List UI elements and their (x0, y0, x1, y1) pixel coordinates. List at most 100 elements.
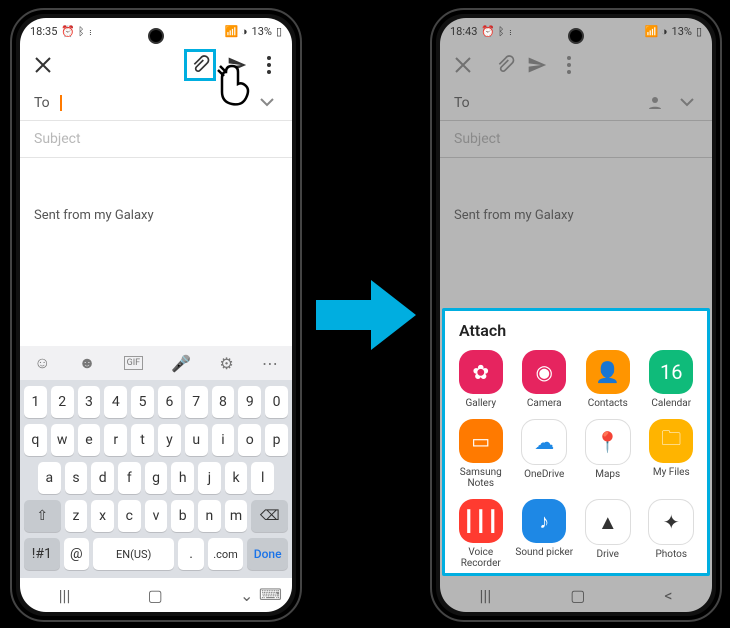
key-x[interactable]: x (91, 500, 114, 532)
scrim[interactable] (440, 278, 712, 308)
symbols-key[interactable]: !#1 (24, 538, 60, 570)
settings-icon[interactable]: ⚙ (219, 354, 233, 373)
emoji-icon[interactable]: ☺ (34, 353, 50, 373)
battery-pct: 13% (672, 25, 692, 38)
key-b[interactable]: b (171, 500, 194, 532)
compose-body[interactable]: Sent from my Galaxy (20, 158, 292, 346)
attach-option-drive[interactable]: ▲Drive (578, 499, 638, 569)
key-d[interactable]: d (91, 462, 114, 494)
hide-keyboard-icon[interactable]: ⌨ (259, 585, 282, 604)
key-e[interactable]: e (78, 424, 101, 456)
close-icon[interactable] (32, 54, 54, 76)
key-y[interactable]: y (158, 424, 181, 456)
attach-option-contacts[interactable]: 👤Contacts (578, 350, 638, 409)
gif-icon[interactable]: GIF (124, 356, 144, 370)
key-s[interactable]: s (65, 462, 88, 494)
more-icon[interactable] (558, 54, 580, 76)
key-j[interactable]: j (198, 462, 221, 494)
key-u[interactable]: u (185, 424, 208, 456)
attach-option-photos[interactable]: ✦Photos (642, 499, 702, 569)
status-icons-left: ⏰ ᛒ ⋮ (481, 25, 513, 38)
key-w[interactable]: w (51, 424, 74, 456)
key-2[interactable]: 2 (51, 386, 74, 418)
back-icon[interactable]: < (664, 586, 672, 605)
attach-option-camera[interactable]: ◉Camera (515, 350, 575, 409)
space-key[interactable]: EN(US) (93, 538, 174, 570)
key-1[interactable]: 1 (24, 386, 47, 418)
key-7[interactable]: 7 (185, 386, 208, 418)
compose-body[interactable]: Sent from my Galaxy (440, 158, 712, 278)
app-icon: 👤 (586, 350, 630, 394)
more-kb-icon[interactable]: ⋯ (262, 354, 278, 373)
app-label: Drive (597, 549, 619, 560)
key-3[interactable]: 3 (78, 386, 101, 418)
attach-option-maps[interactable]: 📍Maps (578, 419, 638, 489)
close-icon[interactable] (452, 54, 474, 76)
key-8[interactable]: 8 (212, 386, 235, 418)
period-key[interactable]: . (178, 538, 203, 570)
attach-option-voice-recorder[interactable]: ┃┃┃Voice Recorder (451, 499, 511, 569)
key-p[interactable]: p (265, 424, 288, 456)
key-0[interactable]: 0 (265, 386, 288, 418)
backspace-key[interactable]: ⌫ (251, 500, 288, 532)
key-v[interactable]: v (145, 500, 168, 532)
key-f[interactable]: f (118, 462, 141, 494)
subject-row[interactable]: Subject (20, 121, 292, 158)
app-label: Voice Recorder (451, 547, 511, 569)
attach-option-calendar[interactable]: 16Calendar (642, 350, 702, 409)
key-r[interactable]: r (104, 424, 127, 456)
subject-row[interactable]: Subject (440, 121, 712, 158)
key-5[interactable]: 5 (131, 386, 154, 418)
nav-bar: ||| ▢ ⌄ ⌨ (20, 578, 292, 612)
key-z[interactable]: z (65, 500, 88, 532)
app-label: OneDrive (524, 469, 564, 480)
key-4[interactable]: 4 (104, 386, 127, 418)
attach-option-samsung-notes[interactable]: ▭ Samsung Notes (451, 419, 511, 489)
dotcom-key[interactable]: .com (208, 538, 244, 570)
key-h[interactable]: h (171, 462, 194, 494)
app-icon: ▭ (459, 419, 503, 463)
key-6[interactable]: 6 (158, 386, 181, 418)
back-icon[interactable]: ⌄ (240, 586, 253, 605)
status-time: 18:35 (30, 25, 57, 38)
attach-option-gallery[interactable]: ✿Gallery (451, 350, 511, 409)
key-c[interactable]: c (118, 500, 141, 532)
expand-recipients-icon[interactable] (256, 92, 278, 114)
recents-icon[interactable]: ||| (59, 586, 71, 605)
signature-text: Sent from my Galaxy (34, 208, 154, 223)
key-9[interactable]: 9 (238, 386, 261, 418)
attach-option-my-files[interactable]: 🗀My Files (642, 419, 702, 489)
key-k[interactable]: k (225, 462, 248, 494)
key-g[interactable]: g (145, 462, 168, 494)
key-a[interactable]: a (38, 462, 61, 494)
at-key[interactable]: @ (64, 538, 89, 570)
status-time: 18:43 (450, 25, 477, 38)
key-i[interactable]: i (212, 424, 235, 456)
app-label: Maps (595, 469, 620, 480)
shift-key[interactable]: ⇧ (24, 500, 61, 532)
to-label: To (34, 95, 50, 111)
attach-option-sound-picker[interactable]: ♪Sound picker (515, 499, 575, 569)
attach-option-onedrive[interactable]: ☁OneDrive (515, 419, 575, 489)
more-icon[interactable] (258, 54, 280, 76)
app-label: Samsung Notes (451, 467, 511, 489)
key-t[interactable]: t (131, 424, 154, 456)
key-m[interactable]: m (225, 500, 248, 532)
mic-icon[interactable]: 🎤 (171, 354, 191, 373)
expand-recipients-icon[interactable] (676, 92, 698, 114)
contact-picker-icon[interactable] (644, 92, 666, 114)
to-row[interactable]: To (440, 86, 712, 121)
recents-icon[interactable]: ||| (480, 586, 492, 605)
attach-icon[interactable] (494, 54, 516, 76)
sticker-icon[interactable]: ☻ (79, 353, 96, 373)
signature-text: Sent from my Galaxy (454, 208, 574, 223)
done-key[interactable]: Done (247, 538, 288, 570)
send-icon[interactable] (526, 54, 548, 76)
key-l[interactable]: l (251, 462, 274, 494)
home-icon[interactable]: ▢ (570, 586, 585, 605)
key-n[interactable]: n (198, 500, 221, 532)
nav-bar: ||| ▢ < (440, 578, 712, 612)
home-icon[interactable]: ▢ (148, 586, 163, 605)
key-o[interactable]: o (238, 424, 261, 456)
key-q[interactable]: q (24, 424, 47, 456)
